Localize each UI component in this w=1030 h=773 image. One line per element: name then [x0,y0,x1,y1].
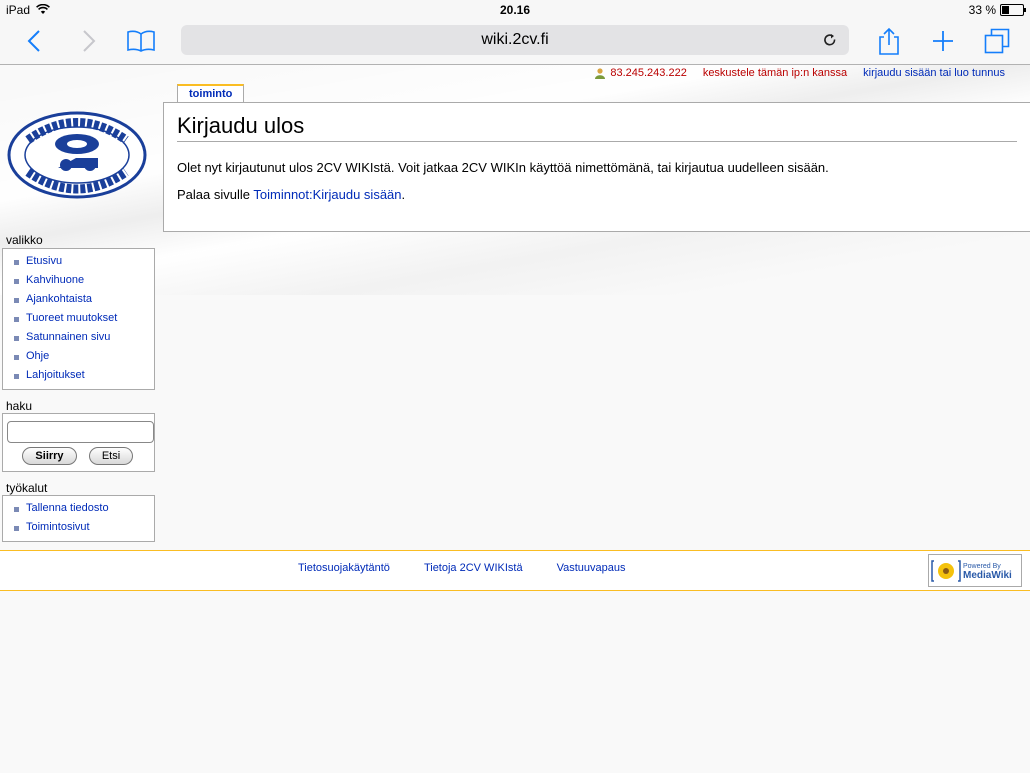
sidebar-item-recent-changes[interactable]: Tuoreet muutokset [12,309,154,328]
nav-portlet-title: valikko [6,233,43,247]
tools-portlet-title: työkalut [6,481,48,495]
footer-links: Tietosuojakäytäntö Tietoja 2CV WIKIstä V… [298,562,625,574]
share-button[interactable] [872,24,906,58]
status-right: 33 % [968,3,1026,17]
reload-button[interactable] [819,29,841,51]
ip-link[interactable]: 83.245.243.222 [594,67,687,79]
reload-icon [824,34,836,46]
logout-message: Olet nyt kirjautunut ulos 2CV WIKIstä. V… [177,160,829,175]
ip-text: 83.245.243.222 [610,67,687,79]
bookmarks-icon [127,30,155,52]
sidebar-item-label: Ohje [26,350,50,362]
nav-portlet: Etusivu Kahvihuone Ajankohtaista Tuoreet… [2,248,155,390]
sidebar-item-label: Satunnainen sivu [26,331,111,343]
status-bar: iPad 20.16 33 % [0,0,1030,20]
go-button[interactable]: Siirry [22,447,77,465]
search-portlet: Siirry Etsi [2,413,155,472]
talk-link[interactable]: keskustele tämän ip:n kanssa [703,67,847,79]
sidebar-item-label: Lahjoitukset [26,369,85,381]
sidebar-item-help[interactable]: Ohje [12,347,154,366]
clock: 20.16 [499,3,531,17]
browser-toolbar: wiki.2cv.fi [0,20,1030,65]
personal-tools: 83.245.243.222 keskustele tämän ip:n kan… [594,67,1005,79]
return-prefix: Palaa sivulle [177,187,254,202]
forward-button[interactable] [72,24,106,58]
powered-by-mediawiki-badge[interactable]: Powered By MediaWiki [928,554,1022,587]
battery-percent: 33 % [968,3,996,17]
sidebar-item-label: Tallenna tiedosto [26,502,109,514]
forward-icon [83,30,96,52]
sidebar-item-special-pages[interactable]: Toimintosivut [12,518,154,537]
search-button[interactable]: Etsi [89,447,133,465]
url-text: wiki.2cv.fi [481,31,549,48]
share-icon [879,27,899,55]
return-suffix: . [401,187,406,202]
tools-portlet: Tallenna tiedosto Toimintosivut [2,495,155,542]
sidebar-item-label: Ajankohtaista [26,293,93,305]
tabs-button[interactable] [980,24,1014,58]
nav-list: Etusivu Kahvihuone Ajankohtaista Tuoreet… [3,249,154,385]
tools-list: Tallenna tiedosto Toimintosivut [3,496,154,537]
login-page-link[interactable]: Toiminnot:Kirjaudu sisään [253,187,401,202]
powered-by-text: Powered By MediaWiki [963,562,1012,581]
battery-icon [1000,4,1026,16]
sidebar-item-label: Tuoreet muutokset [26,312,118,324]
site-logo[interactable] [6,110,148,200]
privacy-link[interactable]: Tietosuojakäytäntö [298,562,390,574]
login-link[interactable]: kirjaudu sisään tai luo tunnus [863,67,1005,79]
tab-toiminto[interactable]: toiminto [177,84,245,103]
about-link[interactable]: Tietoja 2CV WIKIstä [424,562,523,574]
return-message: Palaa sivulle Toiminnot:Kirjaudu sisään. [177,187,405,202]
sidebar-item-kahvihuone[interactable]: Kahvihuone [12,271,154,290]
wiki-page: 83.245.243.222 keskustele tämän ip:n kan… [0,65,1030,773]
sidebar-item-random-page[interactable]: Satunnainen sivu [12,328,154,347]
logo-seal-icon [7,111,147,199]
tabs-icon [984,28,1010,54]
sidebar-item-label: Etusivu [26,255,63,267]
powered-by-big: MediaWiki [963,569,1012,581]
user-icon [595,67,606,79]
disclaimer-link[interactable]: Vastuuvapaus [557,562,626,574]
page-title: Kirjaudu ulos [177,113,1017,142]
page-tabs: toiminto [177,84,245,103]
search-portlet-title: haku [6,399,33,413]
sidebar-item-label: Kahvihuone [26,274,85,286]
back-icon [27,30,40,52]
back-button[interactable] [17,24,51,58]
search-input[interactable] [7,421,154,443]
sidebar-item-donations[interactable]: Lahjoitukset [12,366,154,385]
sidebar-item-etusivu[interactable]: Etusivu [12,252,154,271]
sidebar-item-save-file[interactable]: Tallenna tiedosto [12,499,154,518]
new-tab-icon [933,31,953,51]
sidebar-item-ajankohtaista[interactable]: Ajankohtaista [12,290,154,309]
address-bar[interactable]: wiki.2cv.fi [181,25,849,55]
powered-by-small: Powered By [963,562,1001,570]
new-tab-button[interactable] [926,24,960,58]
content-area: Kirjaudu ulos Olet nyt kirjautunut ulos … [163,102,1030,232]
mediawiki-flower-icon [931,559,961,582]
bookmarks-button[interactable] [124,24,158,58]
sidebar-item-label: Toimintosivut [26,521,90,533]
footer: Tietosuojakäytäntö Tietoja 2CV WIKIstä V… [0,550,1030,591]
